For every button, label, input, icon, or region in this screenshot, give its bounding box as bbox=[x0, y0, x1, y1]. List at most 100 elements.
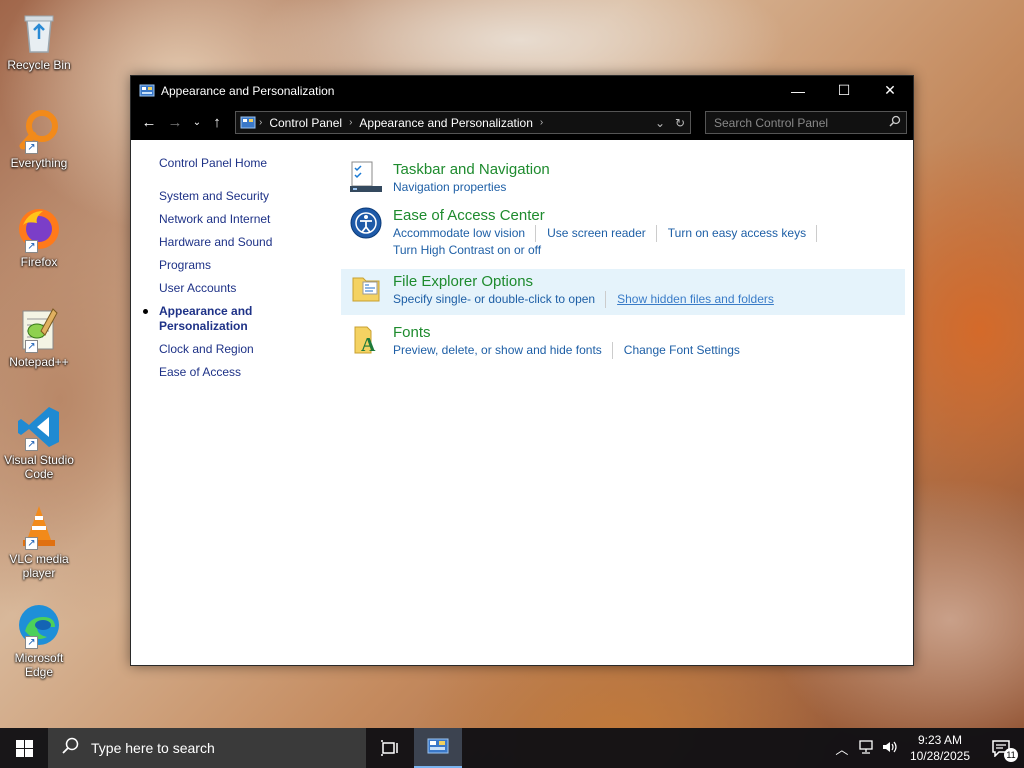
show-hidden-icons-chevron-icon[interactable]: ︿ bbox=[830, 739, 854, 758]
desktop-icon-edge[interactable]: ↗ Microsoft Edge bbox=[2, 601, 76, 679]
back-button[interactable]: ← bbox=[139, 111, 159, 135]
search-icon[interactable] bbox=[884, 115, 906, 130]
navigation-bar: ← → ⌄ ↑ › Control Panel › Appearance and… bbox=[131, 105, 913, 140]
desktop-icon-vscode[interactable]: ↗ Visual Studio Code bbox=[2, 403, 76, 481]
shortcut-arrow-icon: ↗ bbox=[25, 340, 38, 353]
task-view-button[interactable] bbox=[366, 728, 414, 768]
taskbar-icon bbox=[350, 161, 382, 192]
network-icon[interactable] bbox=[854, 739, 878, 757]
task-link-show-hidden-files[interactable]: Show hidden files and folders bbox=[617, 291, 784, 308]
task-link-single-double-click[interactable]: Specify single- or double-click to open bbox=[393, 291, 607, 308]
task-file-explorer-options: File Explorer Options Specify single- or… bbox=[341, 269, 905, 315]
search-box[interactable] bbox=[705, 111, 907, 134]
desktop-icon-notepadpp[interactable]: ↗ Notepad++ bbox=[2, 305, 76, 369]
maximize-icon: ☐ bbox=[837, 82, 851, 98]
shortcut-arrow-icon: ↗ bbox=[25, 438, 38, 451]
sidebar-item-system-security[interactable]: System and Security bbox=[159, 189, 329, 204]
desktop-icon-label: Everything bbox=[10, 156, 68, 170]
vlc-cone-icon: ↗ bbox=[15, 502, 63, 550]
svg-text:A: A bbox=[361, 334, 376, 356]
window-title: Appearance and Personalization bbox=[161, 83, 335, 98]
shortcut-arrow-icon: ↗ bbox=[25, 537, 38, 550]
task-link-accommodate-low-vision[interactable]: Accommodate low vision bbox=[393, 225, 537, 242]
task-list: Taskbar and Navigation Navigation proper… bbox=[341, 160, 905, 369]
desktop-icon-vlc[interactable]: ↗ VLC media player bbox=[2, 502, 76, 580]
task-link-use-screen-reader[interactable]: Use screen reader bbox=[547, 225, 657, 242]
desktop-icon-label: Microsoft Edge bbox=[14, 651, 64, 679]
close-button[interactable]: ✕ bbox=[867, 76, 913, 105]
desktop-icon-label: Recycle Bin bbox=[7, 58, 71, 72]
left-navigation-pane: Control Panel Home System and Security N… bbox=[143, 156, 329, 388]
action-center-button[interactable]: 11 bbox=[978, 728, 1024, 768]
folder-options-icon bbox=[352, 277, 380, 302]
task-link-preview-fonts[interactable]: Preview, delete, or show and hide fonts bbox=[393, 342, 613, 359]
content-area: Control Panel Home System and Security N… bbox=[131, 140, 913, 665]
maximize-button[interactable]: ☐ bbox=[821, 76, 867, 105]
task-link-change-font-settings[interactable]: Change Font Settings bbox=[624, 342, 750, 359]
task-link-high-contrast[interactable]: Turn High Contrast on or off bbox=[393, 242, 551, 259]
control-panel-icon bbox=[427, 738, 449, 754]
taskbar: Type here to search ︿ 9:23 AM 10/28/2025 bbox=[0, 728, 1024, 768]
system-tray: ︿ 9:23 AM 10/28/2025 11 bbox=[830, 728, 1024, 768]
firefox-icon: ↗ bbox=[15, 205, 63, 253]
desktop-icon-everything[interactable]: ↗ Everything bbox=[2, 106, 76, 170]
task-title[interactable]: Fonts bbox=[393, 323, 905, 342]
desktop-icon-recycle-bin[interactable]: Recycle Bin bbox=[2, 8, 76, 72]
task-title[interactable]: Taskbar and Navigation bbox=[393, 160, 905, 179]
search-icon bbox=[62, 737, 79, 759]
sidebar-item-ease-of-access[interactable]: Ease of Access bbox=[159, 365, 329, 380]
volume-icon[interactable] bbox=[878, 740, 902, 757]
breadcrumb-separator-icon: › bbox=[259, 117, 263, 128]
sidebar-item-hardware-sound[interactable]: Hardware and Sound bbox=[159, 235, 329, 250]
forward-arrow-icon: → bbox=[167, 114, 183, 131]
minimize-icon: — bbox=[791, 82, 805, 99]
address-bar[interactable]: › Control Panel › Appearance and Persona… bbox=[235, 111, 691, 134]
sidebar-item-clock-region[interactable]: Clock and Region bbox=[159, 342, 329, 357]
search-input[interactable] bbox=[714, 115, 884, 130]
magnifier-icon: ↗ bbox=[15, 106, 63, 154]
sidebar-item-user-accounts[interactable]: User Accounts bbox=[159, 281, 329, 296]
control-panel-home-link[interactable]: Control Panel Home bbox=[159, 156, 329, 170]
control-panel-icon bbox=[139, 84, 155, 96]
clock-date: 10/28/2025 bbox=[909, 749, 970, 763]
up-arrow-icon: ↑ bbox=[213, 114, 221, 131]
task-fonts: A Fonts Preview, delete, or show and hid… bbox=[345, 323, 905, 361]
shortcut-arrow-icon: ↗ bbox=[25, 636, 38, 649]
minimize-button[interactable]: — bbox=[775, 76, 821, 105]
up-button[interactable]: ↑ bbox=[207, 111, 227, 135]
start-button[interactable] bbox=[0, 728, 48, 768]
desktop-icon-firefox[interactable]: ↗ Firefox bbox=[2, 205, 76, 269]
recent-locations-button[interactable]: ⌄ bbox=[191, 111, 203, 135]
edge-icon: ↗ bbox=[15, 601, 63, 649]
fonts-icon: A bbox=[354, 326, 376, 356]
task-title[interactable]: File Explorer Options bbox=[393, 272, 905, 291]
taskbar-app-control-panel[interactable] bbox=[414, 728, 462, 768]
breadcrumb-separator-icon[interactable]: › bbox=[349, 117, 352, 128]
task-link-easy-access-keys[interactable]: Turn on easy access keys bbox=[668, 225, 818, 242]
windows-logo-icon bbox=[15, 739, 33, 757]
sidebar-item-network-internet[interactable]: Network and Internet bbox=[159, 212, 329, 227]
shortcut-arrow-icon: ↗ bbox=[25, 240, 38, 253]
sidebar-item-programs[interactable]: Programs bbox=[159, 258, 329, 273]
sidebar-item-appearance-personalization[interactable]: Appearance and Personalization bbox=[143, 304, 259, 334]
task-view-icon bbox=[381, 740, 398, 756]
refresh-icon[interactable]: ↻ bbox=[670, 116, 690, 130]
back-arrow-icon: ← bbox=[141, 114, 157, 131]
breadcrumb-appearance[interactable]: Appearance and Personalization bbox=[359, 116, 532, 130]
breadcrumb-control-panel[interactable]: Control Panel bbox=[269, 116, 342, 130]
taskbar-search-placeholder: Type here to search bbox=[91, 740, 215, 756]
notepadpp-icon: ↗ bbox=[15, 305, 63, 353]
title-bar[interactable]: Appearance and Personalization — ☐ ✕ bbox=[131, 76, 913, 105]
desktop-icon-label: Firefox bbox=[20, 255, 58, 269]
breadcrumb-separator-icon[interactable]: › bbox=[540, 117, 543, 128]
task-title[interactable]: Ease of Access Center bbox=[393, 206, 905, 225]
forward-button[interactable]: → bbox=[165, 111, 185, 135]
notification-count-badge: 11 bbox=[1004, 748, 1018, 762]
desktop-icon-label: VLC media player bbox=[9, 552, 69, 580]
task-link-navigation-properties[interactable]: Navigation properties bbox=[393, 179, 516, 196]
taskbar-search-box[interactable]: Type here to search bbox=[48, 728, 366, 768]
clock-time: 9:23 AM bbox=[917, 733, 962, 747]
clock[interactable]: 9:23 AM 10/28/2025 bbox=[902, 732, 978, 764]
recycle-bin-icon bbox=[15, 8, 63, 56]
address-dropdown-icon[interactable]: ⌄ bbox=[650, 116, 670, 130]
